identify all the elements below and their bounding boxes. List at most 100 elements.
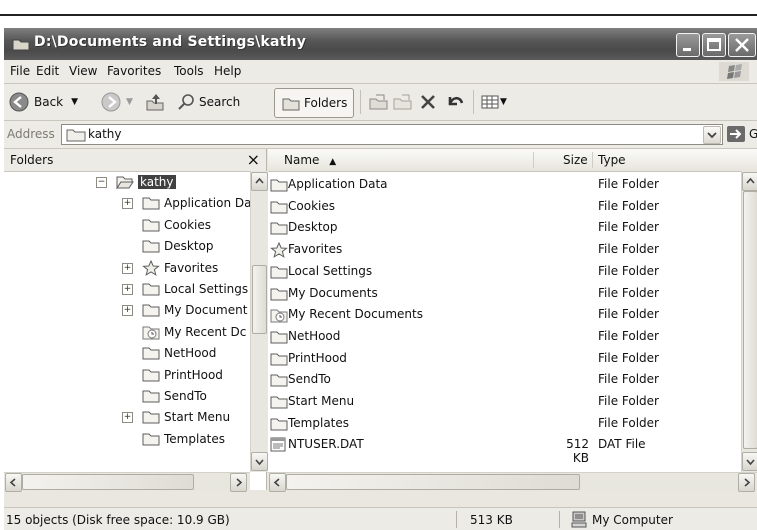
scroll-up-button[interactable] — [251, 172, 268, 191]
file-row[interactable]: SendTo File Folder — [268, 369, 738, 391]
file-row[interactable]: Cookies File Folder — [268, 196, 738, 218]
close-pane-icon[interactable]: × — [247, 150, 260, 169]
folder-icon — [270, 220, 288, 238]
address-field[interactable]: kathy — [61, 124, 723, 145]
column-divider[interactable] — [533, 152, 534, 168]
toolbar-separator — [360, 90, 361, 114]
address-dropdown-button[interactable] — [703, 126, 721, 144]
folder-icon — [270, 351, 288, 369]
menu-view[interactable]: View — [69, 64, 97, 78]
copy-to-button[interactable] — [392, 88, 414, 116]
file-row[interactable]: Templates File Folder — [268, 413, 738, 435]
views-button[interactable]: ▼ — [480, 88, 507, 116]
folder-icon — [142, 195, 160, 213]
scroll-thumb[interactable] — [252, 265, 267, 334]
scroll-down-button[interactable] — [251, 452, 268, 471]
search-button[interactable]: Search — [176, 88, 240, 116]
file-row[interactable]: NTUSER.DAT 512 KB DAT File — [268, 434, 738, 465]
file-type: File Folder — [598, 220, 659, 235]
menu-help[interactable]: Help — [214, 64, 241, 78]
maximize-button[interactable] — [702, 33, 726, 57]
tree-item-label: Desktop — [164, 239, 214, 254]
column-header-size[interactable]: Size — [563, 153, 588, 167]
file-row[interactable]: My Documents File Folder — [268, 283, 738, 305]
file-type: File Folder — [598, 263, 659, 278]
column-header-type[interactable]: Type — [598, 153, 626, 167]
copy-to-icon — [393, 94, 412, 110]
expand-toggle-icon[interactable]: + — [122, 305, 133, 317]
undo-button[interactable] — [444, 88, 466, 116]
tree-item-label: Templates — [164, 431, 226, 446]
address-label: Address — [7, 127, 55, 141]
folder-icon — [66, 129, 86, 142]
file-row[interactable]: My Recent Documents File Folder — [268, 304, 738, 326]
search-icon — [178, 94, 194, 110]
list-horizontal-scrollbar[interactable] — [268, 472, 757, 492]
scroll-left-button[interactable] — [269, 473, 286, 492]
back-dropdown-icon[interactable]: ▼ — [71, 97, 78, 107]
move-to-button[interactable] — [368, 88, 390, 116]
views-dropdown-icon: ▼ — [500, 97, 507, 107]
top-margin — [0, 0, 757, 27]
chevron-left-icon — [9, 478, 16, 487]
menu-tools[interactable]: Tools — [174, 64, 204, 78]
scroll-thumb[interactable] — [22, 474, 194, 490]
file-row[interactable]: Local Settings File Folder — [268, 261, 738, 283]
forward-arrow-icon — [101, 92, 121, 112]
folders-pane-title: Folders — [10, 153, 54, 167]
column-header-name[interactable]: Name ▲ — [284, 153, 336, 167]
column-header-row: Name ▲ Size Type — [268, 149, 757, 172]
file-type: File Folder — [598, 350, 659, 365]
file-name: Application Data — [288, 177, 388, 191]
sort-ascending-icon: ▲ — [329, 157, 337, 167]
file-row[interactable]: Desktop File Folder — [268, 217, 738, 239]
status-size: 513 KB — [470, 513, 513, 527]
file-row[interactable]: Application Data File Folder — [268, 174, 738, 196]
delete-button[interactable] — [418, 88, 438, 116]
scroll-down-button[interactable] — [742, 452, 757, 471]
expand-toggle-icon[interactable]: + — [122, 262, 133, 274]
star-icon — [270, 241, 288, 261]
back-button[interactable]: Back ▼ — [8, 88, 78, 116]
scroll-right-button[interactable] — [230, 473, 247, 492]
tree-item-label: SendTo — [164, 389, 207, 403]
dat-file-icon — [270, 437, 286, 455]
scroll-thumb[interactable] — [743, 191, 757, 449]
list-vertical-scrollbar[interactable] — [741, 171, 757, 472]
file-row[interactable]: Start Menu File Folder — [268, 391, 738, 413]
menu-file[interactable]: File — [10, 64, 30, 78]
forward-dropdown-icon[interactable]: ▼ — [126, 97, 133, 107]
scroll-right-button[interactable] — [738, 473, 755, 492]
collapse-toggle-icon[interactable]: − — [96, 177, 107, 188]
scroll-thumb[interactable] — [286, 474, 580, 490]
expand-toggle-icon[interactable]: + — [122, 412, 133, 424]
file-row[interactable]: PrintHood File Folder — [268, 348, 738, 370]
file-name: My Documents — [288, 285, 378, 300]
close-button[interactable] — [728, 33, 756, 57]
file-row[interactable]: Favorites File Folder — [268, 239, 738, 261]
folder-icon — [270, 199, 288, 217]
scroll-left-button[interactable] — [5, 473, 22, 492]
folders-icon — [282, 98, 300, 111]
go-button[interactable]: Go — [726, 125, 757, 143]
folders-vertical-scrollbar[interactable] — [250, 171, 268, 472]
chevron-up-icon — [746, 177, 755, 184]
file-name: Desktop — [288, 220, 338, 235]
menu-edit[interactable]: Edit — [36, 64, 59, 78]
minimize-button[interactable] — [676, 33, 700, 57]
status-zone: My Computer — [592, 513, 673, 527]
folders-horizontal-scrollbar[interactable] — [4, 472, 250, 492]
menu-favorites[interactable]: Favorites — [107, 64, 161, 78]
folder-icon — [142, 238, 160, 256]
file-type: File Folder — [598, 394, 659, 408]
forward-button[interactable]: ▼ — [100, 88, 133, 116]
expand-toggle-icon[interactable]: + — [122, 198, 133, 210]
file-row[interactable]: NetHood File Folder — [268, 326, 738, 348]
expand-toggle-icon[interactable]: + — [122, 284, 133, 295]
column-divider[interactable] — [592, 152, 593, 168]
title-bar[interactable]: D:\Documents and Settings\kathy — [4, 28, 757, 60]
up-folder-button[interactable] — [144, 88, 166, 116]
file-name: NetHood — [288, 328, 341, 343]
folders-button[interactable]: Folders — [274, 88, 355, 118]
scroll-up-button[interactable] — [742, 172, 757, 191]
